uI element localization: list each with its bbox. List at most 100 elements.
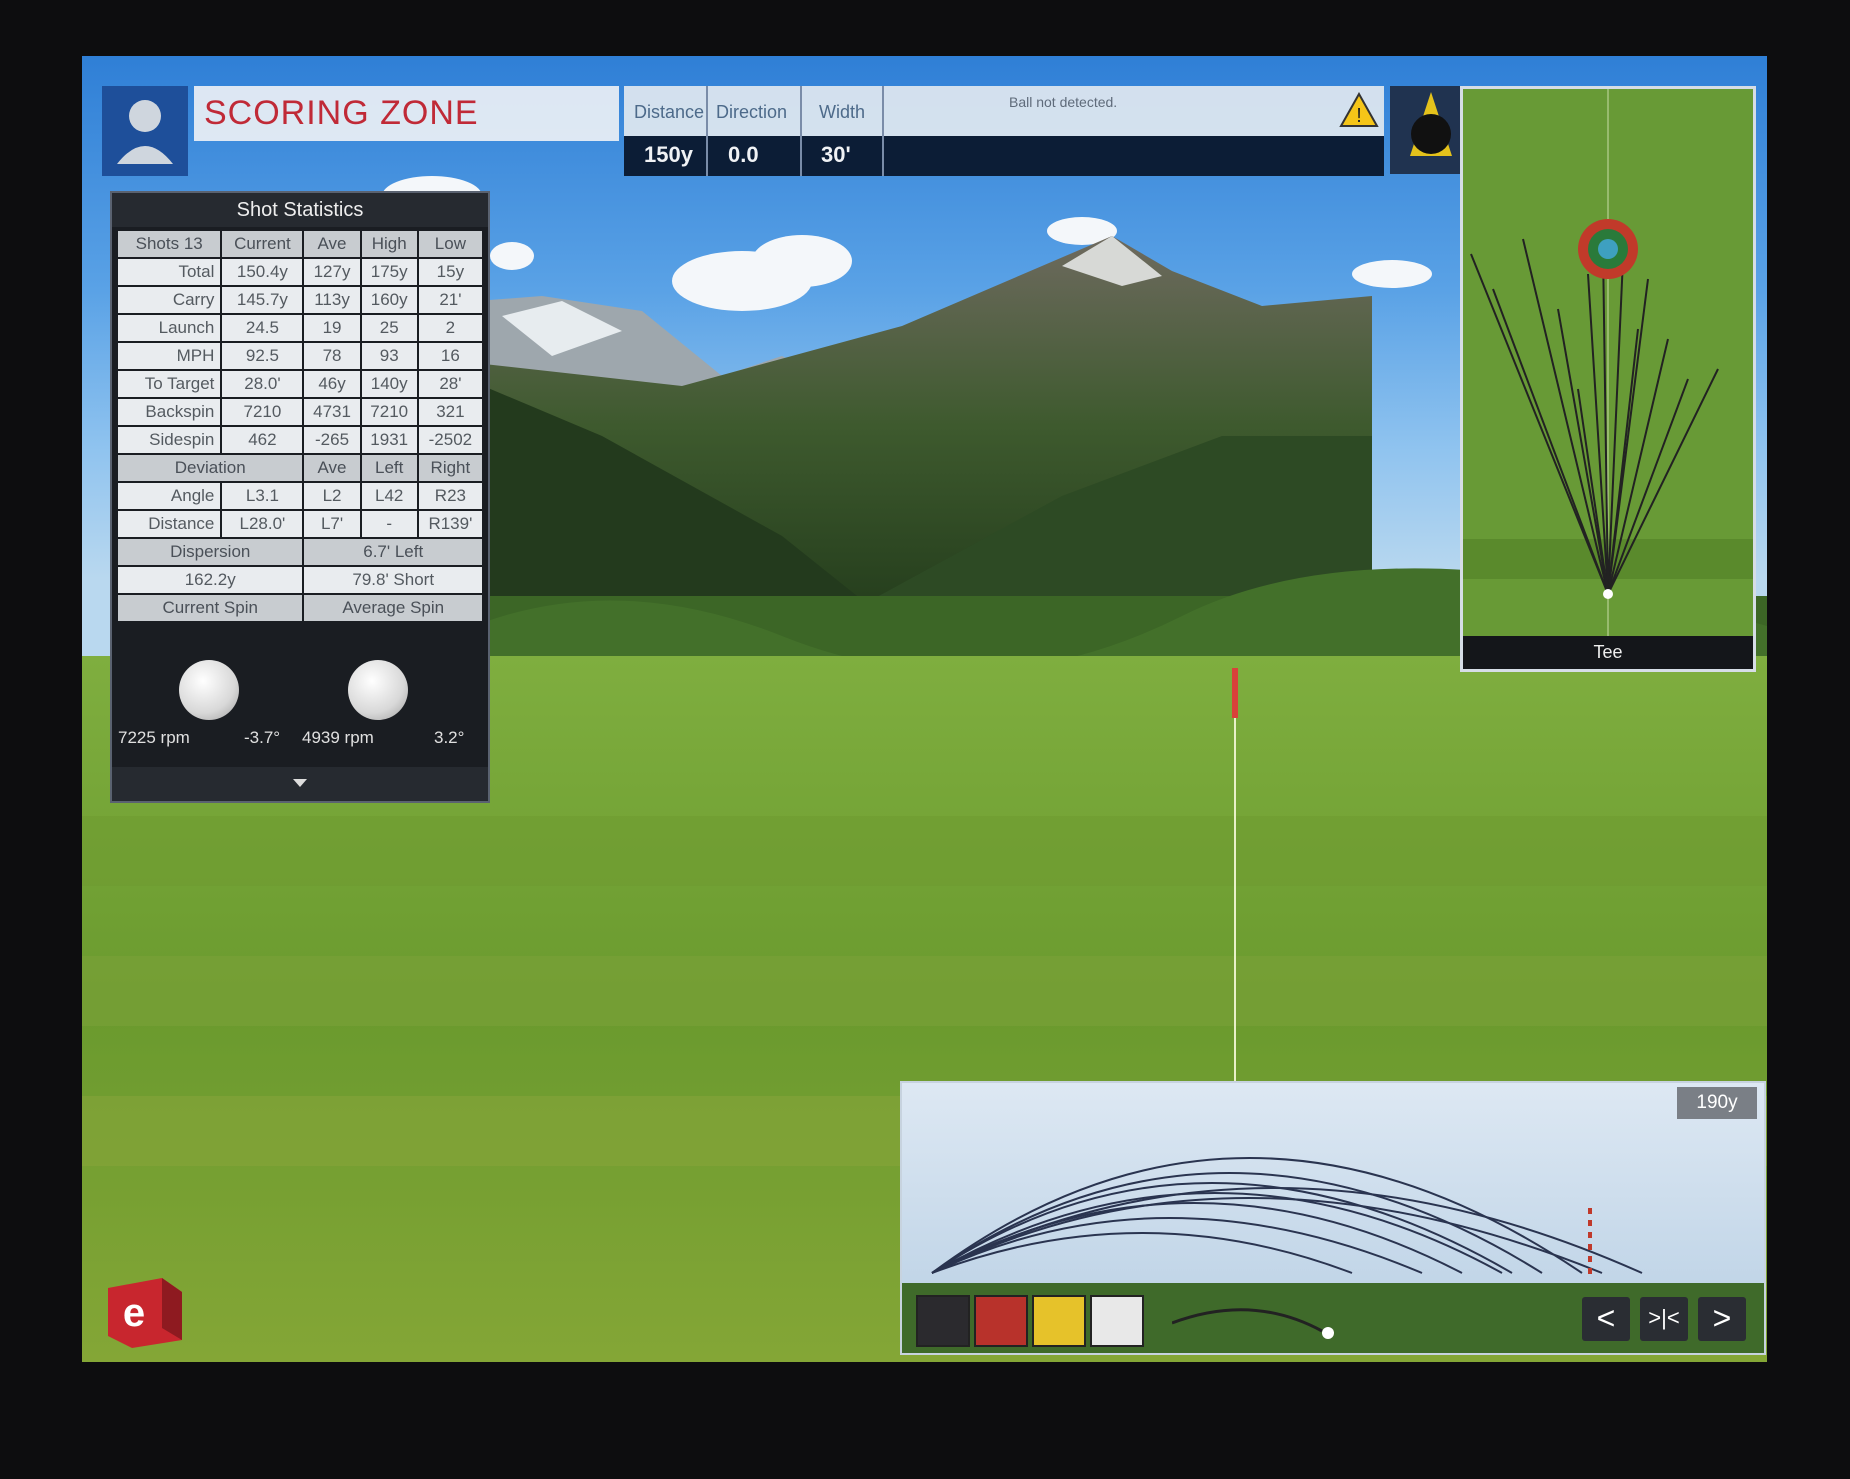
column-header: Ave xyxy=(304,455,360,481)
max-distance-label: 190y xyxy=(1677,1087,1757,1119)
row-label: Sidespin xyxy=(118,427,221,453)
table-cell: L3.1 xyxy=(222,483,303,509)
table-cell: 93 xyxy=(361,343,417,369)
table-cell: L7' xyxy=(304,511,360,537)
current-spin-ball-icon xyxy=(179,660,239,720)
chevron-down-icon xyxy=(293,779,307,787)
table-header-row: Shots 13 Current Ave High Low xyxy=(118,231,482,257)
color-swatch-yellow[interactable] xyxy=(1032,1295,1086,1347)
color-swatch-black[interactable] xyxy=(916,1295,970,1347)
table-row: Sidespin 462 -265 1931 -2502 xyxy=(118,427,482,453)
previous-shot-button[interactable]: < xyxy=(1582,1297,1630,1341)
trajectory-panel: 190y < >|< > xyxy=(900,1081,1766,1355)
target-settings-values: 150y 0.0 30' xyxy=(624,136,1384,176)
column-header: Deviation xyxy=(118,455,303,481)
distance-label: Distance xyxy=(634,102,705,122)
row-label: Total xyxy=(118,259,221,285)
row-label: Launch xyxy=(118,315,221,341)
top-header: SCORING ZONE Distance Direction Width Ba… xyxy=(102,86,1472,176)
table-cell: 19 xyxy=(304,315,360,341)
table-cell: 21' xyxy=(418,287,482,313)
table-cell: 113y xyxy=(304,287,360,313)
color-swatch-white[interactable] xyxy=(1090,1295,1144,1347)
column-header: Left xyxy=(361,455,417,481)
table-cell: 78 xyxy=(304,343,360,369)
table-row: Angle L3.1 L2 L42 R23 xyxy=(118,483,482,509)
trajectory-toolbar: < >|< > xyxy=(902,1283,1764,1353)
table-row: Carry 145.7y 113y 160y 21' xyxy=(118,287,482,313)
dispersion-short: 79.8' Short xyxy=(304,567,482,593)
dispersion-distance: 162.2y xyxy=(118,567,303,593)
average-spin-ball-icon xyxy=(348,660,408,720)
header-divider xyxy=(882,86,884,176)
distance-value[interactable]: 150y xyxy=(644,142,693,168)
table-cell: L2 xyxy=(304,483,360,509)
panel-expand-toggle[interactable] xyxy=(112,767,488,801)
warning-icon: ! xyxy=(1339,91,1379,133)
next-shot-button[interactable]: > xyxy=(1698,1297,1746,1341)
header-divider xyxy=(706,86,708,176)
dispersion-direction: 6.7' Left xyxy=(304,539,482,565)
table-cell: 462 xyxy=(222,427,303,453)
table-row: Backspin 7210 4731 7210 321 xyxy=(118,399,482,425)
row-label: MPH xyxy=(118,343,221,369)
row-label: To Target xyxy=(118,371,221,397)
row-label: Distance xyxy=(118,511,221,537)
column-header: Ave xyxy=(304,231,360,257)
svg-text:!: ! xyxy=(1356,105,1362,127)
deviation-header-row: Deviation Ave Left Right xyxy=(118,455,482,481)
table-cell: R139' xyxy=(418,511,482,537)
table-cell: 2 xyxy=(418,315,482,341)
average-rpm: 4939 rpm xyxy=(302,728,374,747)
mode-title-box: SCORING ZONE xyxy=(194,86,619,141)
table-cell: 92.5 xyxy=(222,343,303,369)
direction-value[interactable]: 0.0 xyxy=(728,142,759,168)
status-message: Ball not detected. xyxy=(1009,94,1118,110)
minimap-label: Tee xyxy=(1463,636,1753,669)
dispersion-label: Dispersion xyxy=(118,539,303,565)
table-row: To Target 28.0' 46y 140y 28' xyxy=(118,371,482,397)
table-row: MPH 92.5 78 93 16 xyxy=(118,343,482,369)
current-spin-axis: -3.7° xyxy=(244,728,281,747)
table-cell: 16 xyxy=(418,343,482,369)
table-row: Launch 24.5 19 25 2 xyxy=(118,315,482,341)
table-cell: - xyxy=(361,511,417,537)
table-cell: 321 xyxy=(418,399,482,425)
table-cell: -265 xyxy=(304,427,360,453)
color-swatch-red[interactable] xyxy=(974,1295,1028,1347)
table-cell: 140y xyxy=(361,371,417,397)
header-divider xyxy=(800,86,802,176)
table-cell: 160y xyxy=(361,287,417,313)
column-header: Shots 13 xyxy=(118,231,221,257)
fit-view-button[interactable]: >|< xyxy=(1640,1297,1688,1341)
table-cell: 28.0' xyxy=(222,371,303,397)
svg-text:e: e xyxy=(123,1291,145,1335)
table-cell: 150.4y xyxy=(222,259,303,285)
average-spin-axis: 3.2° xyxy=(434,728,465,747)
page-title: SCORING ZONE xyxy=(204,94,479,132)
trajectory-arcs xyxy=(931,1157,1643,1278)
direction-label: Direction xyxy=(716,102,788,122)
target-settings-header: Distance Direction Width Ball not detect… xyxy=(624,86,1384,136)
ball-flight-icon xyxy=(1172,1308,1334,1339)
shot-stats-table: Shots 13 Current Ave High Low Total 150.… xyxy=(116,229,484,623)
golfer-avatar-icon[interactable] xyxy=(102,86,188,176)
e6-logo: e xyxy=(102,1274,188,1355)
current-rpm: 7225 rpm xyxy=(118,728,190,747)
current-spin-label: Current Spin xyxy=(118,595,303,621)
table-cell: L28.0' xyxy=(222,511,303,537)
average-spin-label: Average Spin xyxy=(304,595,482,621)
table-cell: 175y xyxy=(361,259,417,285)
shot-statistics-title: Shot Statistics xyxy=(112,193,488,227)
column-header: Low xyxy=(418,231,482,257)
column-header: Right xyxy=(418,455,482,481)
row-label: Backspin xyxy=(118,399,221,425)
width-value[interactable]: 30' xyxy=(821,142,851,168)
width-label: Width xyxy=(819,102,866,122)
table-cell: R23 xyxy=(418,483,482,509)
chevron-left-icon: < xyxy=(1596,1300,1616,1336)
shot-statistics-panel: Shot Statistics Shots 13 Current Ave Hig… xyxy=(110,191,490,803)
table-cell: 7210 xyxy=(361,399,417,425)
table-cell: 145.7y xyxy=(222,287,303,313)
table-cell: 46y xyxy=(304,371,360,397)
